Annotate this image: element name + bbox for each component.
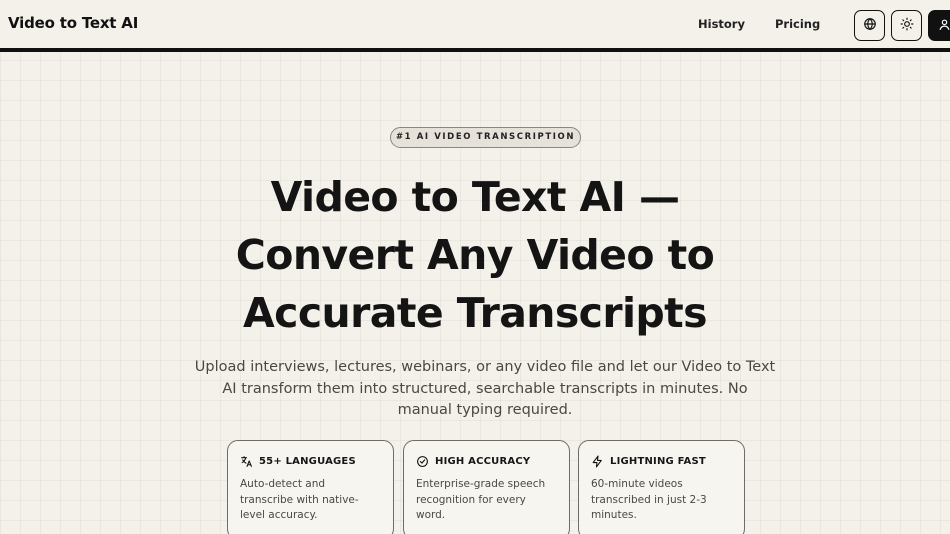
- feature-desc-line: 60-minute videos: [591, 478, 683, 490]
- feature-title: HIGH ACCURACY: [435, 455, 531, 467]
- feature-desc-line: minutes.: [591, 509, 637, 521]
- hero-title-line: Convert Any Video to: [235, 231, 715, 279]
- theme-toggle-button[interactable]: [891, 10, 922, 41]
- lightning-icon: [591, 455, 604, 468]
- check-circle-icon: [416, 455, 429, 468]
- feature-desc-line: word.: [416, 509, 446, 521]
- feature-desc-line: recognition for every: [416, 493, 526, 506]
- globe-icon: [863, 16, 877, 35]
- top-nav-bar: Video to Text AI History Pricing: [0, 0, 950, 52]
- feature-description: Auto-detect and transcribe with native- …: [240, 477, 382, 524]
- nav-link-history[interactable]: History: [698, 17, 745, 31]
- brand-logo-text[interactable]: Video to Text AI: [8, 14, 138, 32]
- feature-desc-line: transcribe with native-: [240, 493, 359, 506]
- hero-badge: #1 AI VIDEO TRANSCRIPTION: [390, 127, 581, 148]
- hero-subtitle-line: manual typing required.: [397, 402, 573, 418]
- language-button[interactable]: [854, 10, 885, 41]
- user-icon: [938, 16, 950, 35]
- translate-icon: [240, 455, 253, 468]
- hero-title-line: Video to Text AI —: [270, 173, 680, 221]
- hero-subtitle-line: AI transform them into structured, searc…: [222, 380, 748, 397]
- feature-title: 55+ LANGUAGES: [259, 455, 356, 467]
- hero-subtitle-line: Upload interviews, lectures, webinars, o…: [194, 359, 776, 375]
- feature-description: Enterprise-grade speech recognition for …: [416, 477, 558, 524]
- feature-description: 60-minute videos transcribed in just 2-3…: [591, 477, 733, 524]
- hero-title: Video to Text AI — Convert Any Video to …: [175, 168, 775, 342]
- hero-title-line: Accurate Transcripts: [243, 289, 708, 337]
- feature-desc-line: transcribed in just 2-3: [591, 493, 707, 506]
- feature-desc-line: Enterprise-grade speech: [416, 478, 546, 490]
- feature-desc-line: level accuracy.: [240, 509, 318, 521]
- feature-title: LIGHTNING FAST: [610, 455, 706, 467]
- feature-card-accuracy: HIGH ACCURACY Enterprise-grade speech re…: [403, 440, 570, 534]
- account-button[interactable]: [928, 10, 950, 41]
- feature-card-languages: 55+ LANGUAGES Auto-detect and transcribe…: [227, 440, 394, 534]
- hero-subtitle: Upload interviews, lectures, webinars, o…: [182, 357, 788, 422]
- nav-link-pricing[interactable]: Pricing: [775, 17, 820, 31]
- feature-card-speed: LIGHTNING FAST 60-minute videos transcri…: [578, 440, 745, 534]
- sun-icon: [900, 16, 914, 35]
- feature-desc-line: Auto-detect and: [240, 478, 326, 490]
- page: Video to Text AI History Pricing #1 AI V…: [0, 0, 950, 534]
